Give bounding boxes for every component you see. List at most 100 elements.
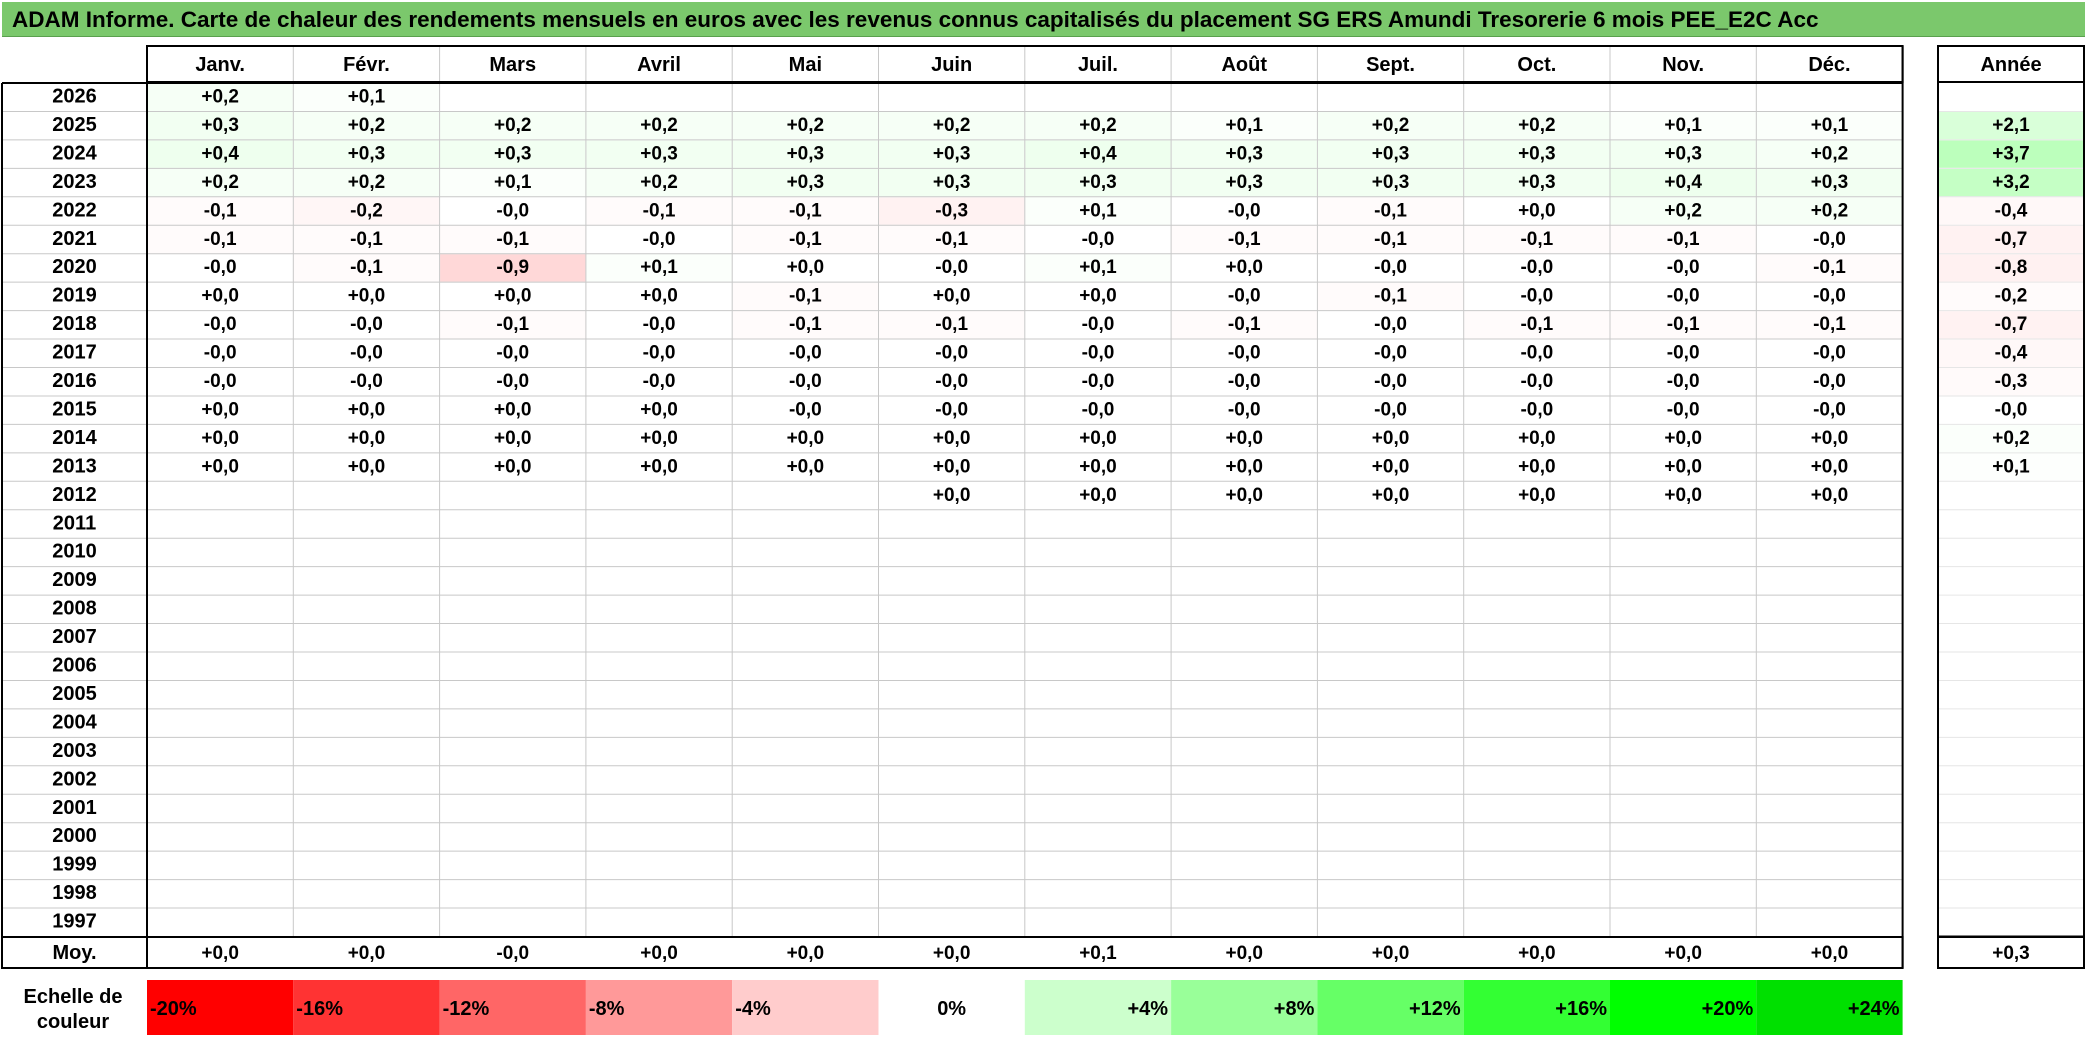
annual-value: +0,2: [1992, 428, 2030, 449]
cell-value: +0,0: [1811, 456, 1849, 477]
column-header: Mai: [789, 54, 822, 76]
cell-value: +0,3: [1811, 172, 1849, 193]
row-year-label: 2021: [52, 228, 97, 250]
average-value: +0,0: [348, 943, 386, 964]
cell-value: +0,0: [1079, 286, 1117, 307]
cell-value: -0,1: [935, 314, 968, 335]
cell-value: +0,0: [933, 456, 971, 477]
cell-value: +0,1: [1664, 115, 1702, 136]
cell-value: -0,0: [1520, 343, 1553, 364]
cell-value: -0,0: [204, 257, 237, 278]
cell-value: -0,1: [935, 229, 968, 250]
cell-value: -0,0: [1667, 257, 1700, 278]
cell-value: -0,1: [204, 229, 237, 250]
cell-value: +0,0: [348, 399, 386, 420]
row-year-label: 2004: [52, 711, 97, 733]
cell-value: +0,3: [1225, 143, 1263, 164]
cell-value: +0,3: [348, 143, 386, 164]
average-value: +0,0: [201, 943, 239, 964]
cell-value: -0,0: [1228, 200, 1261, 221]
cell-value: +0,3: [1372, 172, 1410, 193]
average-value: +0,0: [1664, 943, 1702, 964]
cell-value: +0,0: [1664, 485, 1702, 506]
cell-value: +0,0: [1225, 428, 1263, 449]
color-scale-value: 0%: [937, 998, 966, 1020]
cell-value: -0,0: [789, 371, 822, 392]
color-scale-value: -12%: [443, 998, 490, 1020]
cell-value: +0,2: [348, 172, 386, 193]
column-header: Juil.: [1078, 54, 1118, 76]
cell-value: -0,0: [935, 371, 968, 392]
cell-value: +0,0: [787, 456, 825, 477]
color-scale-value: +12%: [1409, 998, 1461, 1020]
cell-value: -0,1: [1813, 314, 1846, 335]
cell-value: +0,0: [201, 456, 239, 477]
row-year-label: 2008: [52, 598, 97, 620]
annual-value: -0,0: [1995, 399, 2028, 420]
cell-value: -0,0: [1374, 371, 1407, 392]
cell-value: +0,3: [494, 143, 532, 164]
row-year-label: 2024: [52, 142, 97, 164]
row-year-label: 2006: [52, 655, 97, 677]
row-year-label: 2007: [52, 626, 97, 648]
cell-value: +0,0: [1372, 485, 1410, 506]
cell-value: +0,3: [640, 143, 678, 164]
cell-value: +0,2: [348, 115, 386, 136]
cell-value: +0,0: [787, 257, 825, 278]
average-value: +0,0: [933, 943, 971, 964]
cell-value: -0,0: [643, 229, 676, 250]
row-year-label: 1998: [52, 882, 97, 904]
cell-value: -0,0: [1813, 343, 1846, 364]
annual-value: +3,2: [1992, 172, 2030, 193]
row-year-label: 2003: [52, 740, 97, 762]
average-value: -0,0: [496, 943, 529, 964]
column-header: Avril: [637, 54, 681, 76]
cell-value: +0,0: [201, 428, 239, 449]
cell-value: -0,0: [1374, 257, 1407, 278]
cell-value: -0,1: [643, 200, 676, 221]
row-year-label: 2018: [52, 313, 97, 335]
row-year-label: 1997: [52, 911, 97, 933]
row-year-label: 2009: [52, 569, 97, 591]
column-header: Nov.: [1662, 54, 1704, 76]
cell-value: +0,3: [201, 115, 239, 136]
cell-value: -0,0: [935, 257, 968, 278]
color-scale-value: +24%: [1848, 998, 1900, 1020]
cell-value: -0,0: [1520, 286, 1553, 307]
cell-value: -0,0: [643, 371, 676, 392]
average-value: +0,0: [1372, 943, 1410, 964]
cell-value: +0,0: [348, 456, 386, 477]
column-header: Août: [1221, 54, 1267, 76]
cell-value: -0,1: [496, 314, 529, 335]
cell-value: +0,0: [494, 399, 532, 420]
cell-value: -0,1: [789, 229, 822, 250]
cell-value: +0,3: [1518, 172, 1556, 193]
cell-value: +0,0: [1225, 257, 1263, 278]
cell-value: +0,0: [494, 428, 532, 449]
row-year-label: 2015: [52, 398, 97, 420]
cell-value: -0,0: [643, 314, 676, 335]
cell-value: +0,2: [787, 115, 825, 136]
cell-value: +0,0: [1372, 428, 1410, 449]
cell-value: +0,0: [1079, 456, 1117, 477]
cell-value: +0,0: [494, 286, 532, 307]
cell-value: -0,0: [496, 343, 529, 364]
cell-value: +0,0: [640, 428, 678, 449]
cell-value: -0,0: [1813, 371, 1846, 392]
cell-value: -0,0: [1520, 399, 1553, 420]
cell-value: -0,0: [1082, 343, 1115, 364]
cell-value: -0,0: [204, 371, 237, 392]
cell-value: -0,1: [1374, 286, 1407, 307]
cell-value: +0,2: [1518, 115, 1556, 136]
color-scale-label: couleur: [37, 1011, 109, 1033]
cell-value: +0,0: [1811, 428, 1849, 449]
cell-value: +0,0: [933, 286, 971, 307]
cell-value: -0,0: [496, 371, 529, 392]
color-scale-value: -20%: [150, 998, 197, 1020]
cell-value: +0,2: [1372, 115, 1410, 136]
average-value: +0,0: [787, 943, 825, 964]
row-year-label: 1999: [52, 854, 97, 876]
cell-value: +0,2: [201, 172, 239, 193]
row-year-label: 2002: [52, 768, 97, 790]
annual-value: +2,1: [1992, 115, 2030, 136]
